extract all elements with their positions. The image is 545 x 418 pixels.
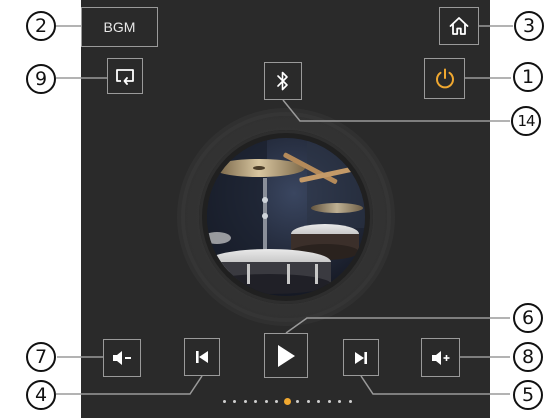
screenshot-stage: BGM 1 2 3 4 5 6 7 8 9 14 <box>0 0 545 418</box>
callout-leader-lines <box>56 25 513 395</box>
callout-9: 9 <box>26 64 56 94</box>
leader-line-6 <box>285 317 510 334</box>
callout-5: 5 <box>513 380 543 410</box>
callout-8: 8 <box>513 342 543 372</box>
callout-1: 1 <box>513 62 543 92</box>
leader-line-4 <box>56 375 203 395</box>
callout-4: 4 <box>26 380 56 410</box>
callout-2: 2 <box>26 11 56 41</box>
callout-14: 14 <box>511 106 541 136</box>
callout-3: 3 <box>514 11 544 41</box>
callout-7: 7 <box>26 342 56 372</box>
leader-line-5 <box>360 375 510 395</box>
leader-line-14 <box>282 99 510 122</box>
callout-6: 6 <box>513 303 543 333</box>
